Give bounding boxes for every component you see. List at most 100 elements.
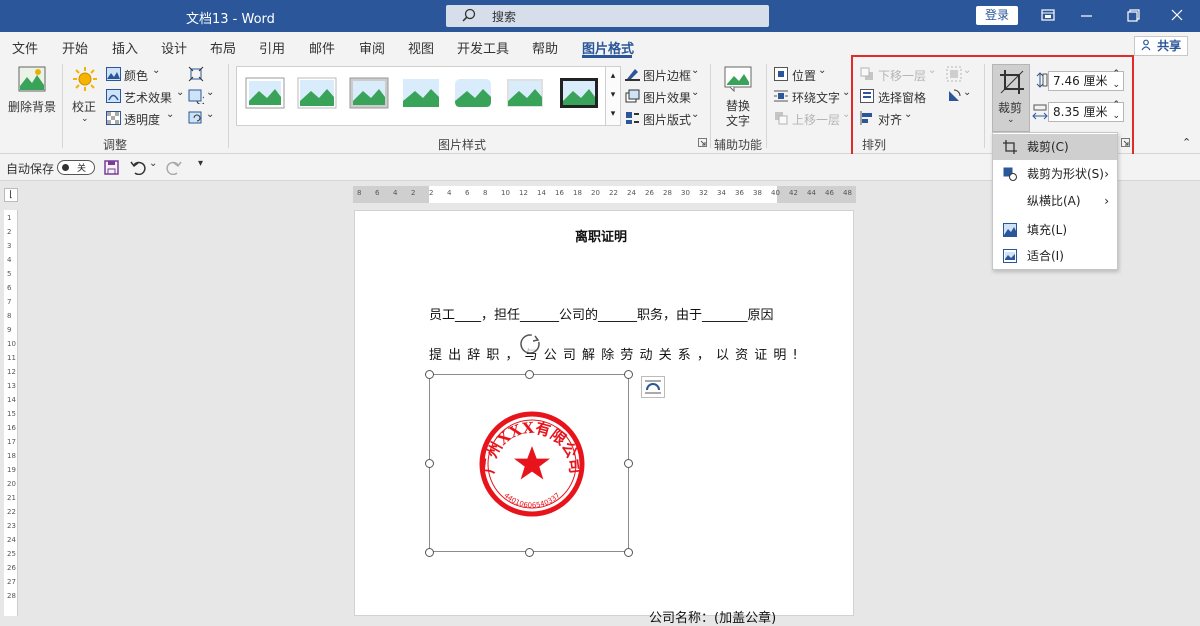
ruler-number: 5 <box>7 270 12 278</box>
vertical-ruler[interactable]: 1 2 3 4 5 6 7 8 9 10 11 12 13 14 15 16 17 18 19 20 21 22 23 24 2… <box>4 210 18 616</box>
tab-layout[interactable]: 布局 <box>210 38 236 57</box>
autosave-toggle[interactable]: 关 <box>57 160 95 175</box>
crop-dropdown-menu: 裁剪(C) 裁剪为形状(S) › 纵横比(A) › 填充(L) 适合(I) <box>992 132 1118 270</box>
tab-home[interactable]: 开始 <box>62 38 88 57</box>
minimize-button[interactable] <box>1064 0 1110 32</box>
menu-item-fit[interactable]: 适合(I) <box>993 243 1117 269</box>
menu-item-label: 裁剪为形状(S) <box>1027 167 1104 181</box>
menu-item-crop-to-shape[interactable]: 裁剪为形状(S) › <box>993 161 1117 187</box>
search-box[interactable]: 搜索 <box>446 5 769 27</box>
tab-developer[interactable]: 开发工具 <box>457 38 509 57</box>
tab-mailings[interactable]: 邮件 <box>309 38 335 57</box>
picture-style-thumbnail[interactable] <box>245 77 285 109</box>
transparency-button[interactable]: 透明度 ⌄ <box>106 109 178 128</box>
tab-design[interactable]: 设计 <box>161 38 187 57</box>
position-label: 位置 <box>792 69 817 83</box>
resize-handle[interactable] <box>624 459 633 468</box>
color-button[interactable]: 颜色 ⌄ <box>106 65 182 84</box>
picture-effects-button[interactable]: 图片效果 ⌄ <box>625 87 705 106</box>
menu-item-aspect-ratio[interactable]: 纵横比(A) › <box>993 188 1117 214</box>
color-label: 颜色 <box>124 69 149 83</box>
restore-icon <box>1127 9 1140 22</box>
gallery-scroll[interactable]: ▴ ▾ ▾ <box>605 66 621 126</box>
horizontal-ruler[interactable]: 8 6 4 2 2 4 6 8 10 12 14 16 18 20 22 24 26 28 30 32 34 36 38 40… <box>353 186 856 203</box>
tab-help[interactable]: 帮助 <box>532 38 558 57</box>
collapse-ribbon-icon[interactable]: ⌃ <box>1182 136 1191 149</box>
ruler-number: 25 <box>7 550 16 558</box>
picture-style-thumbnail[interactable] <box>505 77 545 109</box>
fit-icon <box>1003 249 1017 263</box>
ruler-number: 20 <box>7 480 16 488</box>
picture-style-thumbnail[interactable] <box>401 77 441 109</box>
resize-handle[interactable] <box>525 548 534 557</box>
gallery-up-icon[interactable]: ▴ <box>606 67 620 86</box>
layout-options-icon[interactable] <box>641 376 665 398</box>
minimize-icon <box>1081 15 1092 17</box>
picture-style-thumbnail[interactable] <box>559 77 599 109</box>
tab-selector[interactable]: ⌊ <box>4 188 18 202</box>
ruler-number: 13 <box>7 382 16 390</box>
menu-item-crop[interactable]: 裁剪(C) <box>993 134 1117 160</box>
compress-pictures-button[interactable] <box>188 66 210 84</box>
redo-icon[interactable] <box>166 160 182 175</box>
menu-item-fill[interactable]: 填充(L) <box>993 217 1117 243</box>
customize-qat-icon[interactable]: ▾ <box>198 158 203 169</box>
resize-handle[interactable] <box>425 370 434 379</box>
crop-to-shape-icon <box>1003 167 1017 181</box>
tab-file[interactable]: 文件 <box>12 38 38 57</box>
tab-review[interactable]: 审阅 <box>359 38 385 57</box>
bring-forward-button[interactable]: 上移一层 ⌄ <box>774 109 854 128</box>
position-button[interactable]: 位置 ⌄ <box>774 65 834 84</box>
resize-handle[interactable] <box>425 548 434 557</box>
ruler-number: 8 <box>357 189 362 197</box>
artistic-effects-button[interactable]: 艺术效果 ⌄ <box>106 87 186 106</box>
close-button[interactable] <box>1154 0 1200 32</box>
ruler-number: 24 <box>627 189 636 197</box>
tab-references[interactable]: 引用 <box>259 38 285 57</box>
ruler-number: 28 <box>7 592 16 600</box>
undo-icon[interactable] <box>130 160 146 175</box>
tab-view[interactable]: 视图 <box>408 38 434 57</box>
rotate-handle-icon[interactable] <box>519 333 541 355</box>
chevron-down-icon: ⌄ <box>166 109 175 120</box>
gallery-more-icon[interactable]: ▾ <box>606 105 620 124</box>
separator <box>228 64 229 148</box>
picture-style-thumbnail[interactable] <box>349 77 389 109</box>
picture-border-button[interactable]: 图片边框 ⌄ <box>625 65 705 84</box>
reset-picture-button[interactable]: ⌄ <box>188 109 216 128</box>
login-button[interactable]: 登录 <box>976 6 1018 25</box>
resize-handle[interactable] <box>624 548 633 557</box>
picture-style-thumbnail[interactable] <box>453 77 493 109</box>
artistic-effects-icon <box>106 89 121 103</box>
document-page[interactable]: 离职证明 员工____，担任______公司的______职务，由于______… <box>354 210 854 626</box>
resize-handle[interactable] <box>624 370 633 379</box>
picture-effects-icon <box>625 89 640 103</box>
group-label-adjust: 调整 <box>103 138 128 152</box>
selected-picture[interactable]: 广州XXX有限公司 44010606540337 <box>429 374 629 552</box>
tab-insert[interactable]: 插入 <box>112 38 138 57</box>
resize-handle[interactable] <box>425 459 434 468</box>
bring-forward-icon <box>775 112 788 125</box>
dialog-launcher-icon[interactable] <box>698 138 707 147</box>
chevron-down-icon: ⌄ <box>691 65 700 76</box>
share-button[interactable]: 共享 <box>1134 36 1188 56</box>
gallery-down-icon[interactable]: ▾ <box>606 86 620 105</box>
picture-layout-button[interactable]: 图片版式 ⌄ <box>625 109 705 128</box>
ruler-number: 18 <box>7 452 16 460</box>
alt-text-button[interactable]: 替换 文字 <box>718 64 758 130</box>
corrections-button[interactable]: 校正 ⌄ <box>68 64 102 132</box>
ruler-number: 24 <box>7 536 16 544</box>
remove-background-button[interactable]: 删除背景 <box>6 64 58 120</box>
ruler-number: 26 <box>7 564 16 572</box>
wrap-text-icon <box>774 90 788 102</box>
resize-handle[interactable] <box>525 370 534 379</box>
chevron-down-icon: ⌄ <box>842 109 851 120</box>
picture-style-thumbnail[interactable] <box>297 77 337 109</box>
undo-dropdown-icon[interactable]: ⌄ <box>149 158 157 169</box>
change-picture-button[interactable]: ⌄ <box>188 87 216 106</box>
ruler-number: 38 <box>753 189 762 197</box>
restore-button[interactable] <box>1110 0 1156 32</box>
wrap-text-button[interactable]: 环绕文字 ⌄ <box>774 87 854 106</box>
fill-icon <box>1003 223 1017 237</box>
save-icon[interactable] <box>104 160 119 175</box>
